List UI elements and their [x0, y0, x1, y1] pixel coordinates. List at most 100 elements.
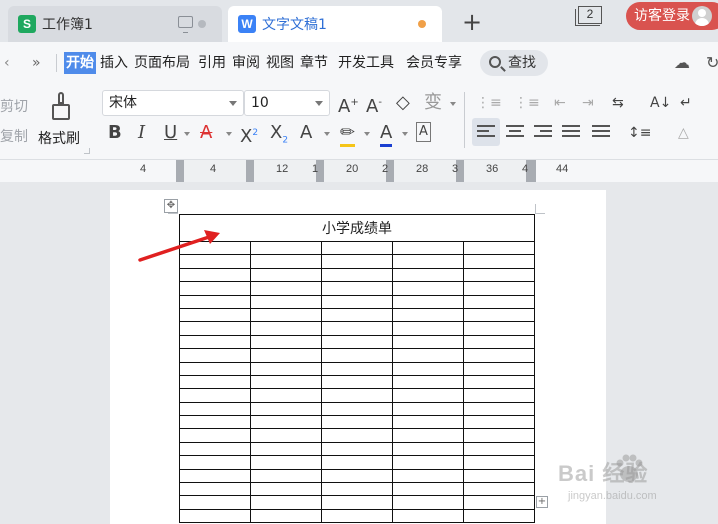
table-cell[interactable] — [179, 374, 251, 390]
chevron-down-icon[interactable] — [184, 132, 190, 136]
table-cell[interactable] — [463, 254, 535, 269]
table-cell[interactable] — [250, 294, 322, 309]
table-cell[interactable] — [321, 508, 393, 524]
pinyin-guide-icon[interactable]: 变 — [424, 92, 442, 114]
table-cell[interactable] — [250, 348, 322, 363]
table-cell[interactable] — [179, 441, 251, 457]
table-cell[interactable] — [463, 428, 535, 443]
align-center-icon[interactable] — [506, 125, 524, 140]
increase-indent-icon[interactable]: ⇥ — [582, 92, 594, 114]
shrink-font-icon[interactable]: A- — [366, 92, 382, 118]
tab-workbook[interactable]: S 工作簿1 — [8, 6, 222, 42]
table-cell[interactable] — [463, 482, 535, 497]
table-cell[interactable] — [463, 495, 535, 510]
bullet-list-icon[interactable]: ⋮≡ — [476, 92, 502, 114]
table-cell[interactable] — [321, 240, 393, 256]
table-cell[interactable] — [250, 307, 322, 323]
character-border-icon[interactable]: A — [416, 122, 431, 142]
menu-home[interactable]: 开始 — [64, 52, 96, 74]
superscript-icon[interactable]: X2 — [240, 122, 258, 148]
table-cell[interactable] — [463, 334, 535, 350]
table-cell[interactable] — [392, 468, 464, 484]
table-cell[interactable] — [179, 415, 251, 430]
chevron-down-icon[interactable] — [450, 102, 456, 106]
table-cell[interactable] — [321, 361, 393, 376]
table-cell[interactable] — [321, 281, 393, 296]
table-cell[interactable] — [321, 294, 393, 309]
table-cell[interactable] — [463, 468, 535, 484]
table-cell[interactable] — [321, 374, 393, 390]
cut-button[interactable]: 剪切 — [0, 96, 28, 116]
align-left-button[interactable] — [472, 118, 500, 146]
guest-login-button[interactable]: 访客登录 — [626, 2, 718, 30]
justify-icon[interactable] — [562, 125, 580, 140]
table-cell[interactable] — [250, 361, 322, 376]
table-cell[interactable] — [463, 348, 535, 363]
table-cell[interactable] — [179, 294, 251, 309]
menu-page-layout[interactable]: 页面布局 — [134, 52, 190, 74]
italic-icon[interactable]: I — [138, 122, 145, 144]
table-cell[interactable] — [463, 415, 535, 430]
numbered-list-icon[interactable]: ⋮≡ — [514, 92, 540, 114]
chevron-down-icon[interactable] — [226, 132, 232, 136]
table-cell[interactable] — [392, 267, 464, 283]
chevron-down-icon[interactable] — [402, 132, 408, 136]
table-cell[interactable] — [250, 495, 322, 510]
horizontal-ruler[interactable]: 4 4 12 1 20 2 28 3 36 4 44 — [0, 160, 718, 182]
table-cell[interactable] — [463, 388, 535, 403]
table-cell[interactable] — [392, 254, 464, 269]
search-button[interactable]: 查找 — [480, 50, 548, 76]
table-cell[interactable] — [392, 415, 464, 430]
table-cell[interactable] — [392, 428, 464, 443]
format-painter-button[interactable]: 格式刷 — [38, 128, 80, 148]
table-cell[interactable] — [392, 374, 464, 390]
table-move-icon[interactable]: ✥ — [164, 199, 178, 213]
menu-developer[interactable]: 开发工具 — [338, 52, 394, 74]
strikethrough-icon[interactable]: A — [200, 122, 212, 144]
table-cell[interactable] — [392, 455, 464, 470]
chevron-down-icon[interactable] — [324, 132, 330, 136]
table-cell[interactable] — [392, 401, 464, 417]
line-spacing-icon[interactable]: ↕≡ — [628, 122, 651, 144]
table-cell[interactable] — [250, 428, 322, 443]
table-cell[interactable] — [179, 334, 251, 350]
grade-table[interactable]: 小学成绩单 — [179, 214, 535, 524]
table-cell[interactable] — [250, 267, 322, 283]
menu-insert[interactable]: 插入 — [100, 52, 128, 74]
grow-font-icon[interactable]: A+ — [338, 92, 359, 118]
table-cell[interactable] — [179, 468, 251, 484]
table-cell[interactable] — [392, 361, 464, 376]
table-cell[interactable] — [321, 267, 393, 283]
table-cell[interactable] — [250, 334, 322, 350]
table-cell[interactable] — [179, 455, 251, 470]
menu-section[interactable]: 章节 — [300, 52, 328, 74]
table-cell[interactable] — [250, 401, 322, 417]
subscript-icon[interactable]: X2 — [270, 122, 288, 152]
table-cell[interactable] — [179, 401, 251, 417]
eraser-icon[interactable]: ◇ — [396, 92, 410, 114]
table-cell[interactable] — [250, 415, 322, 430]
text-effects-icon[interactable]: A — [300, 122, 312, 144]
table-cell[interactable] — [321, 321, 393, 336]
table-cell[interactable] — [179, 482, 251, 497]
table-cell[interactable] — [321, 455, 393, 470]
table-cell[interactable] — [179, 281, 251, 296]
align-right-icon[interactable] — [534, 125, 552, 140]
table-cell[interactable] — [250, 468, 322, 484]
menu-overflow-button[interactable]: » — [32, 52, 41, 74]
window-count-icon[interactable]: 2 — [575, 6, 602, 26]
dialog-launcher-icon[interactable] — [84, 148, 90, 154]
table-cell[interactable] — [321, 307, 393, 323]
table-cell[interactable] — [392, 441, 464, 457]
table-cell[interactable] — [179, 348, 251, 363]
table-cell[interactable] — [392, 348, 464, 363]
table-title[interactable]: 小学成绩单 — [179, 214, 535, 242]
table-cell[interactable] — [321, 495, 393, 510]
new-tab-button[interactable]: + — [462, 8, 482, 36]
distribute-icon[interactable] — [592, 125, 610, 140]
table-cell[interactable] — [463, 267, 535, 283]
table-cell[interactable] — [321, 415, 393, 430]
table-cell[interactable] — [392, 307, 464, 323]
sort-icon[interactable]: A↓ — [650, 92, 671, 114]
table-cell[interactable] — [463, 321, 535, 336]
